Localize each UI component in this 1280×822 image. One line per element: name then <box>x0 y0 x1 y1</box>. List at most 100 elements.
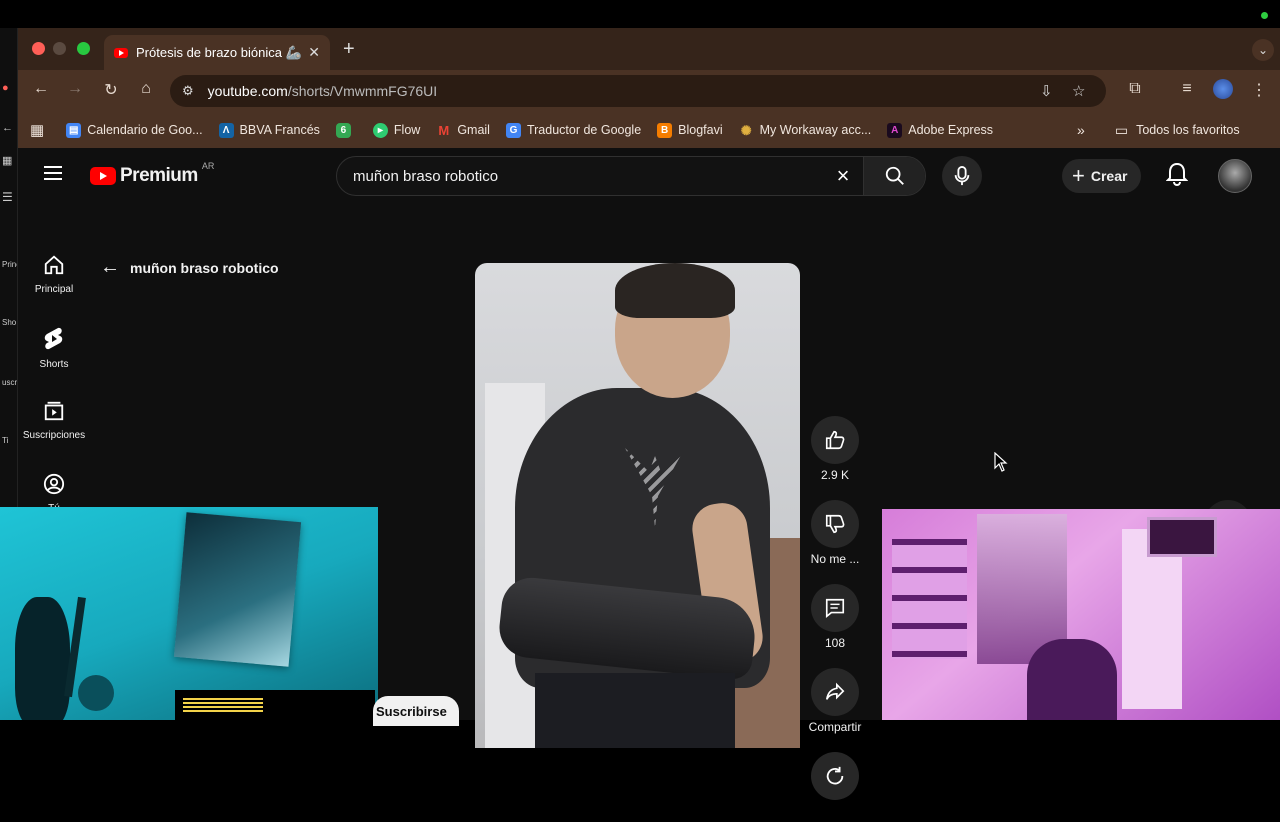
folder-icon: ▭ <box>1114 121 1129 138</box>
bookmark-blogfavi[interactable]: B Blogfavi <box>657 122 723 138</box>
back-arrow-icon[interactable]: ← <box>30 80 52 98</box>
country-code: AR <box>201 161 215 171</box>
video-frame-jeans <box>535 673 735 748</box>
adobe-express-icon: A <box>887 122 903 138</box>
window-close-button[interactable] <box>32 42 45 55</box>
guide-item-shorts[interactable]: Shorts <box>18 317 90 390</box>
wall-poster <box>173 512 302 667</box>
bookmark-label: Calendario de Goo... <box>87 123 203 137</box>
shorts-video-player[interactable] <box>475 263 800 748</box>
all-favorites-folder[interactable]: ▭ Todos los favoritos <box>1115 122 1240 139</box>
bookmark-label: Blogfavi <box>678 123 723 137</box>
bookmarks-bar: ▦ ▤ Calendario de Goo... Λ BBVA Francés 6 … <box>18 112 1280 148</box>
reload-icon[interactable]: ↻ <box>100 80 122 100</box>
ghost-label: Sho <box>2 318 17 327</box>
search-box[interactable]: muñon braso robotico × <box>336 156 926 196</box>
bookmark-label: Adobe Express <box>908 123 994 137</box>
apps-grid-icon[interactable]: ▦ <box>30 121 44 139</box>
ghost-label: Ti <box>2 436 9 445</box>
browser-toolbar: ← → ↻ ⌂ ⚙ youtube.com/shorts/VmwmmFG76UI… <box>18 70 1280 112</box>
video-frame-hair <box>615 263 735 318</box>
profile-avatar-icon[interactable] <box>1212 79 1234 104</box>
create-button[interactable]: + Crear <box>1062 159 1142 193</box>
translate-icon: G <box>505 122 521 138</box>
flow-icon: ▸ <box>372 122 388 138</box>
bookmark-adobe-express[interactable]: A Adobe Express <box>887 122 994 138</box>
search-button[interactable] <box>863 157 925 195</box>
bookmark-star-icon[interactable]: ☆ <box>1072 82 1085 100</box>
webcam-overlay-right <box>882 509 1280 720</box>
bookmark-bbva[interactable]: Λ BBVA Francés <box>218 122 320 138</box>
webcam-overlay-left <box>0 507 378 720</box>
search-icon <box>885 166 904 185</box>
forward-arrow-icon[interactable]: → <box>64 80 86 98</box>
bookmark-gmail[interactable]: M Gmail <box>436 123 490 138</box>
more-bookmarks-icon[interactable]: » <box>1077 122 1085 138</box>
site-info-icon[interactable]: ⚙ <box>182 83 194 99</box>
tab-active[interactable]: Prótesis de brazo biónica 🦾 ✕ <box>104 35 330 70</box>
subscriptions-icon <box>44 401 64 421</box>
back-label: muñon braso robotico <box>130 259 279 276</box>
youtube-play-icon <box>90 167 116 185</box>
new-tab-button[interactable]: + <box>343 38 355 61</box>
media-controls-icon[interactable]: ≡ <box>1176 80 1198 98</box>
home-icon[interactable]: ⌂ <box>135 80 157 98</box>
remix-icon <box>826 766 844 785</box>
bookmark-six[interactable]: 6 <box>335 122 357 138</box>
guide-label: Suscripciones <box>22 430 86 441</box>
tab-search-chevron-icon[interactable]: ⌄ <box>1252 39 1274 61</box>
address-bar[interactable]: ⚙ youtube.com/shorts/VmwmmFG76UI ⇩ ☆ <box>170 75 1106 107</box>
hamburger-menu-icon[interactable] <box>44 166 62 180</box>
search-input[interactable]: muñon braso robotico <box>337 168 823 185</box>
shorts-back-link[interactable]: ← muñon braso robotico <box>100 256 279 279</box>
window-minimize-button[interactable] <box>53 42 66 55</box>
comments-button[interactable] <box>811 584 859 632</box>
clear-search-icon[interactable]: × <box>823 163 863 189</box>
dislike-label: No me ... <box>810 552 860 566</box>
share-label: Compartir <box>808 720 862 734</box>
bookmark-flow[interactable]: ▸ Flow <box>372 122 421 138</box>
workaway-icon: ✺ <box>740 122 752 138</box>
notifications-bell-icon[interactable] <box>1165 162 1189 191</box>
tab-title: Prótesis de brazo biónica 🦾 <box>136 44 302 60</box>
guide-label: Principal <box>34 284 74 295</box>
bookmark-translate[interactable]: G Traductor de Google <box>505 122 642 138</box>
guide-sidebar: Principal Shorts Suscripciones Tú <box>18 244 90 536</box>
bookmark-label: Traductor de Google <box>526 123 642 137</box>
calendar-icon: ▤ <box>66 122 82 138</box>
voice-search-button[interactable] <box>942 156 982 196</box>
recording-indicator-icon <box>1261 12 1268 19</box>
extensions-icon[interactable]: ⧉ <box>1124 80 1146 98</box>
guide-item-subscriptions[interactable]: Suscripciones <box>18 390 90 463</box>
bookmark-label: Flow <box>393 123 421 137</box>
guide-item-principal[interactable]: Principal <box>18 244 90 317</box>
install-app-icon[interactable]: ⇩ <box>1040 82 1053 100</box>
like-button[interactable] <box>811 416 859 464</box>
ghost-menu-icon: ☰ <box>2 190 13 204</box>
youtube-premium-logo[interactable]: Premium AR <box>90 161 214 187</box>
microphone-icon <box>954 166 970 186</box>
browser-menu-icon[interactable]: ⋮ <box>1248 80 1270 100</box>
youtube-favicon-icon <box>114 47 128 58</box>
url-text: youtube.com/shorts/VmwmmFG76UI <box>207 83 438 99</box>
remix-button[interactable] <box>811 752 859 800</box>
logo-text: Premium <box>120 165 198 186</box>
bookmark-label: BBVA Francés <box>239 123 320 137</box>
bookmark-calendar[interactable]: ▤ Calendario de Goo... <box>66 122 203 138</box>
account-avatar[interactable] <box>1218 159 1252 193</box>
window-zoom-button[interactable] <box>77 42 90 55</box>
like-count: 2.9 K <box>820 468 850 482</box>
ghost-grid-icon: ▦ <box>2 155 13 167</box>
back-arrow-icon: ← <box>100 256 120 278</box>
tab-close-icon[interactable]: ✕ <box>308 44 320 61</box>
comment-icon <box>825 598 845 618</box>
share-button[interactable] <box>811 668 859 716</box>
home-icon <box>44 255 64 275</box>
blogger-icon: B <box>657 122 673 138</box>
bookmark-workaway[interactable]: ✺ My Workaway acc... <box>739 123 872 138</box>
room-frame <box>1147 517 1217 557</box>
dislike-button[interactable] <box>811 500 859 548</box>
subscribe-button[interactable]: Suscribirse <box>373 696 459 726</box>
comments-count: 108 <box>824 636 846 650</box>
shorts-action-bar: 2.9 K No me ... 108 Compartir <box>808 416 862 822</box>
